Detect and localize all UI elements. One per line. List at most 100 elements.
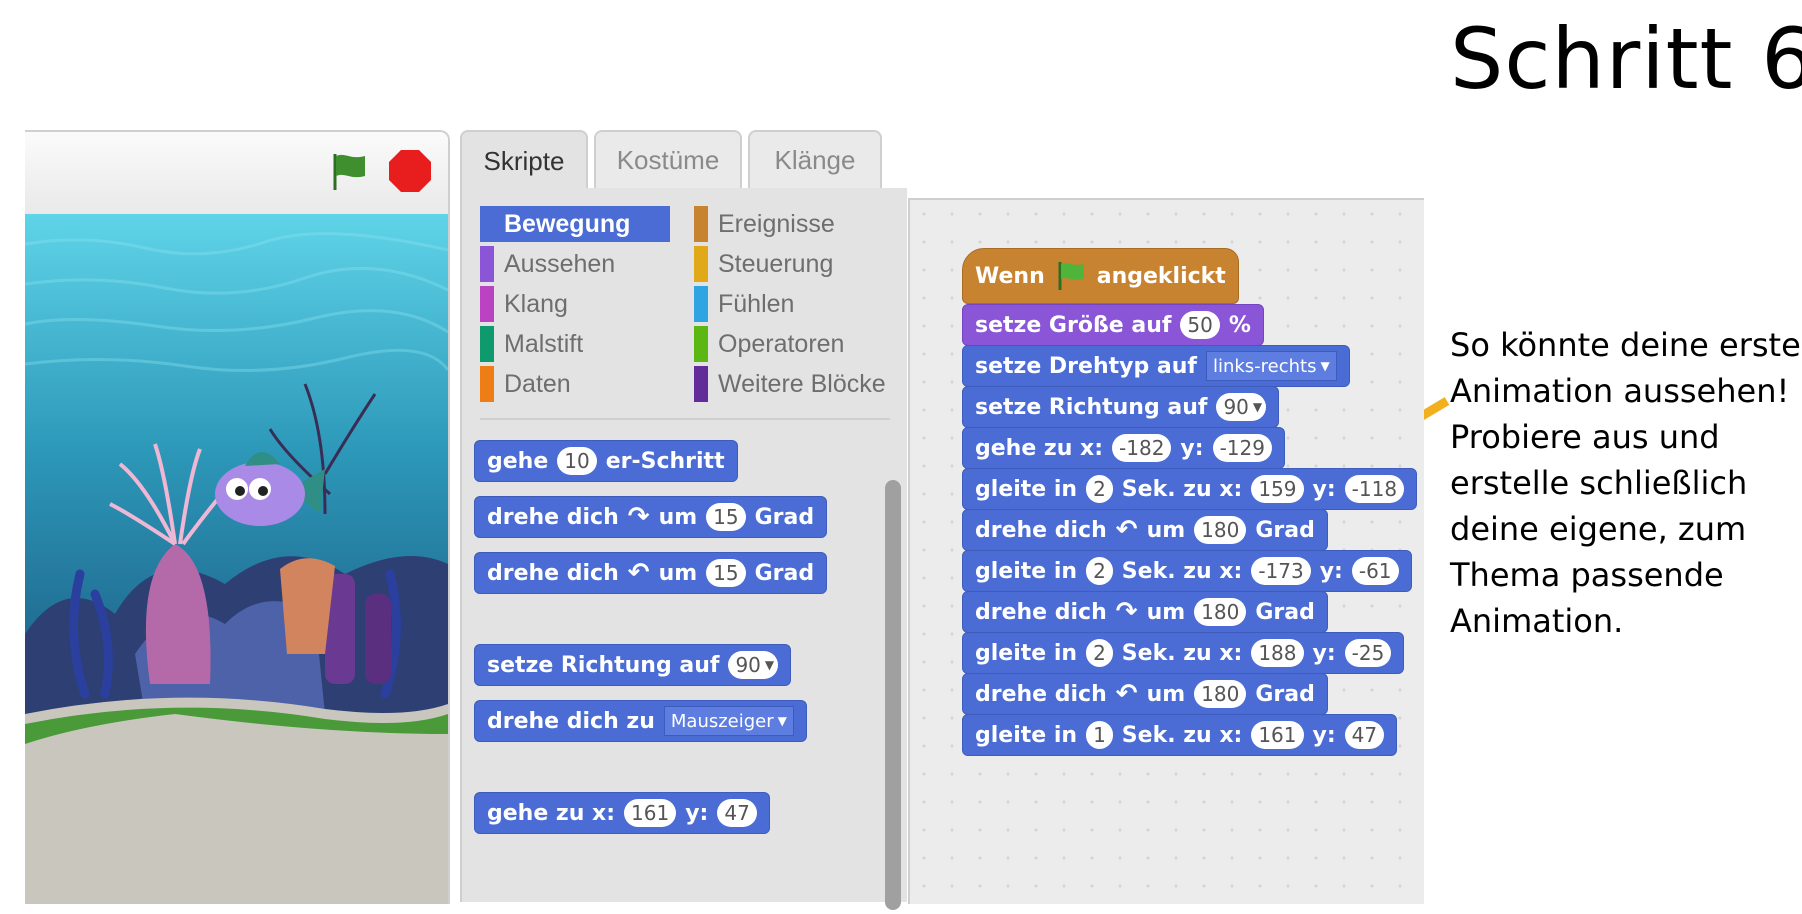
block-glide[interactable]: gleite in 2 Sek. zu x: 188 y: -25 <box>962 632 1405 674</box>
size-input[interactable]: 50 <box>1180 311 1220 339</box>
note-line: erstelle schließlich <box>1450 464 1748 502</box>
category-swatch <box>694 366 708 402</box>
block-goto-xy[interactable]: gehe zu x: -182 y: -129 <box>962 427 1285 469</box>
stop-sign-icon[interactable] <box>387 148 433 194</box>
y-input[interactable]: 47 <box>1344 721 1385 749</box>
block-turn-right[interactable]: drehe dich ↷ um 15 Grad <box>474 496 828 538</box>
tab-kostueme[interactable]: Kostüme <box>594 130 742 188</box>
steps-input[interactable]: 10 <box>557 447 597 475</box>
block-turn-left[interactable]: drehe dich ↶ um 180 Grad <box>962 509 1328 551</box>
block-text: Wenn <box>975 263 1045 289</box>
tab-klaenge[interactable]: Klänge <box>748 130 882 188</box>
degrees-input[interactable]: 15 <box>706 559 746 587</box>
slide-title: Schritt 6 <box>1450 10 1802 108</box>
seconds-input[interactable]: 1 <box>1086 721 1113 749</box>
category-label: Steuerung <box>718 249 834 278</box>
category-klang[interactable]: Klang <box>480 286 670 322</box>
block-glide[interactable]: gleite in 1 Sek. zu x: 161 y: 47 <box>962 714 1398 756</box>
category-operatoren[interactable]: Operatoren <box>694 326 894 362</box>
category-daten[interactable]: Daten <box>480 366 670 402</box>
seconds-input[interactable]: 2 <box>1086 475 1113 503</box>
category-label: Daten <box>504 369 571 398</box>
block-point-direction[interactable]: setze Richtung auf 90 ▼ <box>474 644 792 686</box>
block-text: Sek. zu x: <box>1121 640 1243 666</box>
category-fuehlen[interactable]: Fühlen <box>694 286 894 322</box>
note-line: Animation aussehen! <box>1450 372 1790 410</box>
block-goto-xy[interactable]: gehe zu x: 161 y: 47 <box>474 792 770 834</box>
block-point-towards[interactable]: drehe dich zu Mauszeiger ▼ <box>474 700 807 742</box>
y-input[interactable]: -61 <box>1351 557 1399 585</box>
block-text: Grad <box>1255 599 1315 625</box>
block-text: setze Richtung auf <box>975 394 1208 420</box>
script-editor: Skripte Kostüme Klänge Bewegung Ereignis… <box>460 130 1424 910</box>
degrees-input[interactable]: 15 <box>706 503 746 531</box>
x-input[interactable]: -182 <box>1112 434 1172 462</box>
seconds-input[interactable]: 2 <box>1086 639 1113 667</box>
rotate-clockwise-icon: ↷ <box>627 502 650 532</box>
block-text: drehe dich <box>975 599 1107 625</box>
dropdown-value: links-rechts <box>1212 355 1317 377</box>
category-label: Klang <box>504 289 568 318</box>
block-text: Sek. zu x: <box>1121 558 1243 584</box>
block-text: y: <box>1312 640 1336 666</box>
block-text: Grad <box>1255 517 1315 543</box>
block-turn-left[interactable]: drehe dich ↶ um 180 Grad <box>962 673 1328 715</box>
x-input[interactable]: 161 <box>1251 721 1304 749</box>
palette-scrollbar[interactable] <box>885 480 901 910</box>
block-glide[interactable]: gleite in 2 Sek. zu x: 159 y: -118 <box>962 468 1418 510</box>
seconds-input[interactable]: 2 <box>1086 557 1113 585</box>
degrees-input[interactable]: 180 <box>1194 680 1247 708</box>
category-label: Ereignisse <box>718 209 835 238</box>
block-text: Grad <box>1255 681 1315 707</box>
block-text: um <box>658 560 698 586</box>
x-input[interactable]: 159 <box>1251 475 1304 503</box>
rotation-style-dropdown[interactable]: links-rechts ▼ <box>1205 351 1337 381</box>
scripts-area[interactable]: Wenn angeklickt setze Größe auf 50 % set… <box>908 198 1424 904</box>
category-weitere-bloecke[interactable]: Weitere Blöcke <box>694 366 894 402</box>
category-label: Operatoren <box>718 329 845 358</box>
block-text: drehe dich zu <box>487 708 655 734</box>
y-input[interactable]: -118 <box>1344 475 1405 503</box>
direction-dropdown[interactable]: 90 ▼ <box>728 651 779 679</box>
block-turn-left[interactable]: drehe dich ↶ um 15 Grad <box>474 552 828 594</box>
chevron-down-icon: ▼ <box>1252 400 1263 414</box>
tab-skripte[interactable]: Skripte <box>460 130 588 190</box>
category-steuerung[interactable]: Steuerung <box>694 246 894 282</box>
block-set-rotation-style[interactable]: setze Drehtyp auf links-rechts ▼ <box>962 345 1350 387</box>
x-input[interactable]: 188 <box>1251 639 1304 667</box>
y-input[interactable]: 47 <box>717 799 757 827</box>
degrees-input[interactable]: 180 <box>1194 598 1247 626</box>
block-turn-right[interactable]: drehe dich ↷ um 180 Grad <box>962 591 1328 633</box>
y-input[interactable]: -25 <box>1344 639 1392 667</box>
category-malstift[interactable]: Malstift <box>480 326 670 362</box>
category-aussehen[interactable]: Aussehen <box>480 246 670 282</box>
degrees-input[interactable]: 180 <box>1194 516 1247 544</box>
direction-dropdown[interactable]: 90 ▼ <box>1216 393 1267 421</box>
target-dropdown[interactable]: Mauszeiger ▼ <box>663 706 794 736</box>
block-text: Grad <box>754 504 815 530</box>
rotate-clockwise-icon: ↷ <box>1115 597 1138 627</box>
category-bewegung[interactable]: Bewegung <box>480 206 670 242</box>
block-move-steps[interactable]: gehe 10 er-Schritt <box>474 440 738 482</box>
block-text: er-Schritt <box>605 448 725 474</box>
note-line: So könnte deine erste <box>1450 326 1801 364</box>
block-text: gehe zu x: <box>975 435 1104 461</box>
block-text: % <box>1228 312 1251 338</box>
x-input[interactable]: 161 <box>624 799 677 827</box>
block-when-flag-clicked[interactable]: Wenn angeklickt <box>962 248 1239 304</box>
block-text: setze Richtung auf <box>487 652 720 678</box>
block-set-direction[interactable]: setze Richtung auf 90 ▼ <box>962 386 1280 428</box>
slide-note: So könnte deine erste Animation aussehen… <box>1450 322 1801 644</box>
category-label: Bewegung <box>504 209 631 238</box>
green-flag-icon[interactable] <box>325 148 371 194</box>
block-glide[interactable]: gleite in 2 Sek. zu x: -173 y: -61 <box>962 550 1412 592</box>
category-label: Malstift <box>504 329 584 358</box>
x-input[interactable]: -173 <box>1251 557 1311 585</box>
chevron-down-icon: ▼ <box>777 714 787 728</box>
category-ereignisse[interactable]: Ereignisse <box>694 206 894 242</box>
block-text: gleite in <box>975 476 1078 502</box>
y-input[interactable]: -129 <box>1212 434 1272 462</box>
block-set-size[interactable]: setze Größe auf 50 % <box>962 304 1264 346</box>
category-swatch <box>694 326 708 362</box>
rotate-counterclockwise-icon: ↶ <box>627 558 650 588</box>
